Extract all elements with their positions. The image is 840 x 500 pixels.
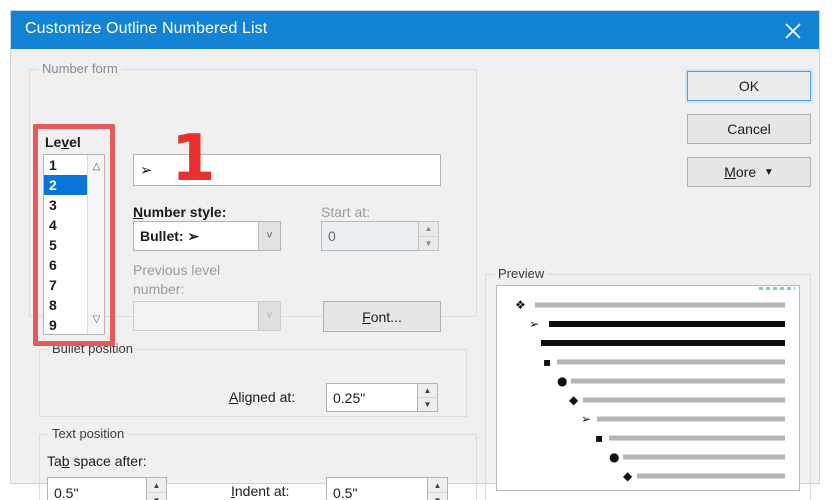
- preview-text-line: [597, 416, 785, 422]
- spinner-down-icon[interactable]: ▼: [428, 493, 447, 500]
- preview-row: ◆: [497, 467, 793, 485]
- chevron-up-icon[interactable]: △: [88, 159, 104, 175]
- preview-bullet-icon: ▪: [595, 431, 604, 445]
- chevron-down-icon[interactable]: ˅: [258, 302, 280, 330]
- preview-bullet-icon: ➢: [529, 317, 540, 331]
- number-format-input[interactable]: ➢: [133, 154, 441, 186]
- start-at-stepper[interactable]: 0 ▲ ▼: [321, 221, 439, 251]
- level-list-scrollbar[interactable]: △ ▽: [87, 155, 104, 334]
- tab-space-after-input[interactable]: 0.5": [47, 477, 146, 500]
- close-button[interactable]: [767, 11, 819, 49]
- number-style-value: Bullet: ➢: [140, 227, 200, 244]
- preview-text-line: [571, 378, 785, 384]
- double-chevron-down-icon: ▼: [763, 166, 774, 178]
- cancel-button[interactable]: Cancel: [687, 114, 811, 144]
- indent-at-stepper[interactable]: 0.5" ▲ ▼: [326, 477, 448, 500]
- tab-space-after-spin-buttons[interactable]: ▲ ▼: [146, 477, 167, 500]
- preview-row: ▪: [497, 353, 793, 371]
- spinner-up-icon[interactable]: ▲: [147, 478, 166, 493]
- screenshot-root: Customize Outline Numbered List Number f…: [0, 0, 840, 500]
- more-button[interactable]: More ▼: [687, 157, 811, 187]
- tab-space-after-label: Tab space after:: [47, 453, 147, 469]
- preview-bullet-icon: ◆: [569, 393, 579, 407]
- preview-group: Preview ❖ ➢ ▪ ● ◆ ➢ ▪ ● ◆: [485, 266, 811, 500]
- preview-text-line: [541, 340, 785, 346]
- preview-text-line: [535, 302, 785, 308]
- spinner-up-icon[interactable]: ▲: [419, 222, 438, 237]
- tab-space-after-stepper[interactable]: 0.5" ▲ ▼: [47, 477, 167, 500]
- preview-row: ◆: [497, 391, 793, 409]
- preview-text-line: [637, 473, 785, 479]
- dialog-body: Number form Level 1 2 3 4 5 6 7 8 9 △ ▽ …: [11, 49, 819, 500]
- level-listbox[interactable]: 1 2 3 4 5 6 7 8 9 △ ▽: [43, 154, 105, 335]
- previous-level-number-label: Previous level number:: [133, 262, 221, 297]
- level-item-8[interactable]: 8: [44, 295, 88, 315]
- spinner-down-icon[interactable]: ▼: [419, 237, 438, 251]
- preview-text-line: [549, 321, 785, 327]
- level-item-6[interactable]: 6: [44, 255, 88, 275]
- customize-outline-numbered-list-dialog: Customize Outline Numbered List Number f…: [10, 10, 820, 500]
- aligned-at-input[interactable]: 0.25": [326, 383, 417, 412]
- level-list-items: 1 2 3 4 5 6 7 8 9: [44, 155, 88, 334]
- start-at-label: Start at:: [321, 204, 371, 220]
- level-item-3[interactable]: 3: [44, 195, 88, 215]
- preview-marker-icon: [759, 287, 795, 290]
- dialog-titlebar: Customize Outline Numbered List: [11, 11, 819, 49]
- font-button[interactable]: Font...: [323, 301, 441, 332]
- preview-bullet-icon: ●: [609, 450, 620, 464]
- preview-row: ❖: [497, 296, 793, 314]
- preview-bullet-icon: ▪: [543, 355, 552, 369]
- indent-at-input[interactable]: 0.5": [326, 477, 427, 500]
- preview-row: [497, 334, 793, 352]
- bullet-position-group-label: Bullet position: [48, 341, 137, 356]
- level-item-9[interactable]: 9: [44, 315, 88, 334]
- preview-text-line: [609, 435, 785, 441]
- ok-button[interactable]: OK: [687, 71, 811, 101]
- previous-level-number-dropdown[interactable]: ˅: [133, 301, 281, 331]
- close-icon: [785, 23, 801, 39]
- level-item-1[interactable]: 1: [44, 155, 88, 175]
- spinner-down-icon[interactable]: ▼: [147, 493, 166, 500]
- spinner-up-icon[interactable]: ▲: [418, 384, 437, 398]
- preview-row: ➢: [497, 315, 793, 333]
- preview-text-line: [583, 397, 785, 403]
- level-item-7[interactable]: 7: [44, 275, 88, 295]
- spinner-up-icon[interactable]: ▲: [428, 478, 447, 493]
- number-style-label: Number style:: [133, 204, 227, 220]
- aligned-at-label: Aligned at:: [229, 389, 296, 405]
- preview-bullet-icon: ◆: [623, 469, 633, 483]
- level-label: Level: [45, 134, 81, 150]
- preview-bullet-icon: ➢: [581, 412, 592, 426]
- preview-text-line: [557, 359, 785, 365]
- preview-row: ●: [497, 448, 793, 466]
- indent-at-label: Indent at:: [231, 483, 290, 499]
- aligned-at-stepper[interactable]: 0.25" ▲ ▼: [326, 383, 438, 412]
- text-position-group-label: Text position: [48, 426, 129, 441]
- preview-bullet-icon: ❖: [515, 298, 526, 312]
- spinner-down-icon[interactable]: ▼: [418, 398, 437, 411]
- preview-bullet-icon: ●: [557, 374, 568, 388]
- preview-panel: ❖ ➢ ▪ ● ◆ ➢ ▪ ● ◆: [496, 285, 800, 491]
- indent-at-spin-buttons[interactable]: ▲ ▼: [427, 477, 448, 500]
- level-item-5[interactable]: 5: [44, 235, 88, 255]
- number-style-dropdown[interactable]: Bullet: ➢ ˅: [133, 221, 281, 251]
- aligned-at-spin-buttons[interactable]: ▲ ▼: [417, 383, 438, 412]
- preview-row: ➢: [497, 410, 793, 428]
- level-item-2[interactable]: 2: [44, 175, 88, 195]
- number-form-group-label: Number form: [38, 61, 122, 76]
- preview-row: ▪: [497, 429, 793, 447]
- start-at-input[interactable]: 0: [321, 221, 418, 251]
- preview-group-label: Preview: [494, 266, 549, 281]
- preview-row: ●: [497, 372, 793, 390]
- level-item-4[interactable]: 4: [44, 215, 88, 235]
- chevron-down-icon[interactable]: ▽: [88, 312, 104, 328]
- chevron-down-icon[interactable]: ˅: [258, 222, 280, 250]
- preview-text-line: [623, 454, 785, 460]
- dialog-title: Customize Outline Numbered List: [25, 20, 268, 37]
- start-at-spin-buttons[interactable]: ▲ ▼: [418, 221, 439, 251]
